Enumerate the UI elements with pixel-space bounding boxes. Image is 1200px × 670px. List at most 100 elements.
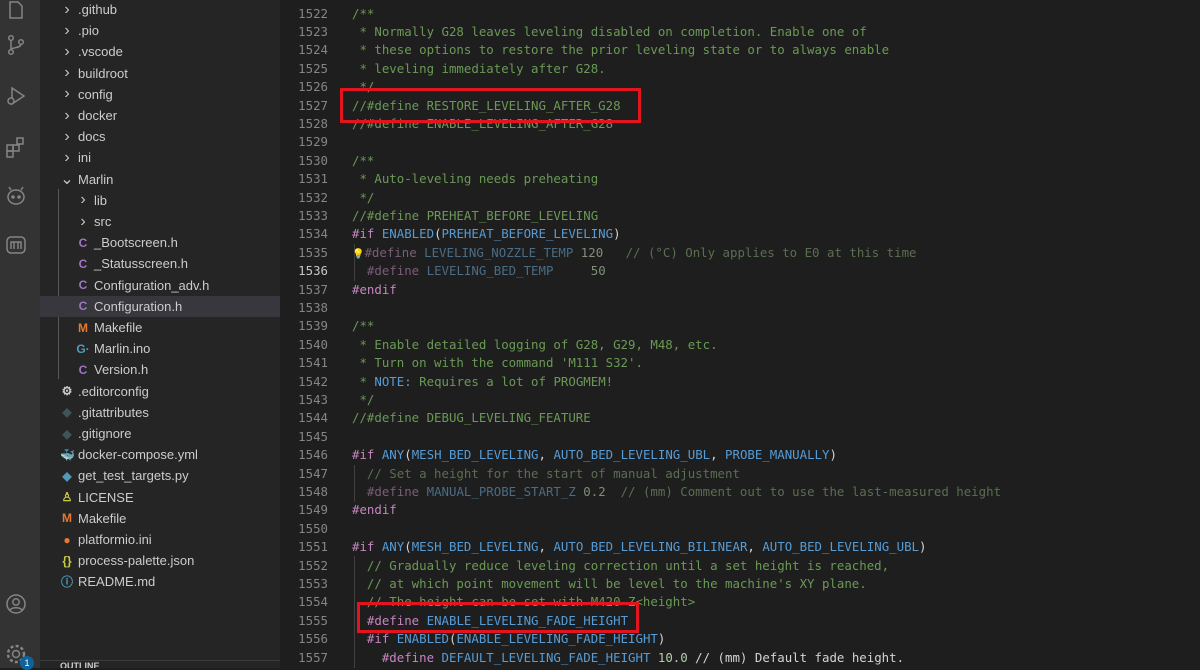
code-line[interactable]: 1550 bbox=[280, 520, 1200, 538]
code-editor[interactable]: 1522 /** 1523 * Normally G28 leaves leveli… bbox=[280, 0, 1200, 668]
marlin-m-icon[interactable] bbox=[4, 233, 28, 257]
code-line[interactable]: 1544 //#define DEBUG_LEVELING_FEATURE bbox=[280, 409, 1200, 427]
tree-item[interactable]: C Configuration_adv.h bbox=[40, 275, 280, 296]
code-line[interactable]: 1529 bbox=[280, 133, 1200, 151]
code-text: #define MANUAL_PROBE_START_Z 0.2 // (mm)… bbox=[352, 483, 1002, 499]
tree-item[interactable]: › src bbox=[40, 211, 280, 232]
line-number: 1557 bbox=[298, 649, 328, 665]
line-number: 1545 bbox=[298, 428, 328, 444]
tree-item[interactable]: C _Statusscreen.h bbox=[40, 253, 280, 274]
line-number: 1532 bbox=[298, 189, 328, 205]
chevron-right-icon: › bbox=[64, 0, 70, 18]
code-line[interactable]: 1539 /** bbox=[280, 317, 1200, 335]
line-number: 1537 bbox=[298, 281, 328, 297]
extensions-icon[interactable] bbox=[4, 135, 28, 159]
tree-item-label: lib bbox=[94, 192, 108, 208]
tree-item[interactable]: › .github bbox=[40, 0, 280, 20]
tree-item[interactable]: ♙ LICENSE bbox=[40, 487, 280, 508]
code-text: * Normally G28 leaves leveling disabled … bbox=[352, 23, 867, 39]
outline-section-header[interactable]: OUTLINE bbox=[40, 660, 280, 668]
code-line[interactable]: 1557 #define DEFAULT_LEVELING_FADE_HEIGH… bbox=[280, 649, 1200, 667]
code-line[interactable]: 1546 #if ANY(MESH_BED_LEVELING, AUTO_BED_… bbox=[280, 446, 1200, 464]
code-line[interactable]: 1525 * leveling immediately after G28. bbox=[280, 60, 1200, 78]
tree-item[interactable]: ● platformio.ini bbox=[40, 529, 280, 550]
tree-item[interactable]: G· Marlin.ino bbox=[40, 338, 280, 359]
code-line[interactable]: 1530 /** bbox=[280, 152, 1200, 170]
code-line[interactable]: 1540 * Enable detailed logging of G28, G… bbox=[280, 336, 1200, 354]
line-number: 1548 bbox=[298, 483, 328, 499]
tree-item[interactable]: M Makefile bbox=[40, 317, 280, 338]
tree-item[interactable]: › buildroot bbox=[40, 63, 280, 84]
code-line[interactable]: 1538 bbox=[280, 299, 1200, 317]
tree-item-label: platformio.ini bbox=[78, 532, 152, 547]
code-line[interactable]: 1541 * Turn on with the command 'M111 S3… bbox=[280, 354, 1200, 372]
tree-item[interactable]: ◆ .gitattributes bbox=[40, 402, 280, 423]
code-line[interactable]: 1523 * Normally G28 leaves leveling disa… bbox=[280, 23, 1200, 41]
code-text: /** bbox=[352, 318, 375, 334]
code-line[interactable]: 1547 // Set a height for the start of ma… bbox=[280, 465, 1200, 483]
platformio-alien-icon[interactable] bbox=[4, 184, 28, 208]
code-line[interactable]: 1545 bbox=[280, 428, 1200, 446]
ino-file-icon: G· bbox=[76, 341, 90, 356]
tree-item[interactable]: › docker bbox=[40, 105, 280, 126]
tree-item[interactable]: › config bbox=[40, 84, 280, 105]
code-line[interactable]: 1553 // at which point movement will be … bbox=[280, 575, 1200, 593]
line-number: 1547 bbox=[298, 465, 328, 481]
tree-item[interactable]: ⓘ README.md bbox=[40, 571, 280, 592]
tree-item[interactable]: › docs bbox=[40, 126, 280, 147]
tree-item[interactable]: ⌄ Marlin bbox=[40, 169, 280, 190]
tree-item[interactable]: › .vscode bbox=[40, 41, 280, 62]
code-line[interactable]: 1552 // Gradually reduce leveling correc… bbox=[280, 557, 1200, 575]
tree-item[interactable]: C _Bootscreen.h bbox=[40, 232, 280, 253]
chevron-right-icon: › bbox=[64, 85, 70, 103]
code-text: * Auto-leveling needs preheating bbox=[352, 171, 599, 187]
code-line[interactable]: 1543 */ bbox=[280, 391, 1200, 409]
source-control-icon[interactable] bbox=[4, 33, 28, 57]
tree-item[interactable]: › ini bbox=[40, 147, 280, 168]
manage-gear-icon[interactable]: 1 bbox=[4, 642, 34, 670]
explorer-files-icon[interactable] bbox=[4, 0, 28, 24]
code-line[interactable]: 1535 💡#define LEVELING_NOZZLE_TEMP 120 //… bbox=[280, 244, 1200, 262]
line-number: 1543 bbox=[298, 391, 328, 407]
code-line[interactable]: 1533 //#define PREHEAT_BEFORE_LEVELING bbox=[280, 207, 1200, 225]
tree-item-label: Configuration_adv.h bbox=[94, 277, 210, 293]
tree-item[interactable]: ◆ .gitignore bbox=[40, 423, 280, 444]
code-text: */ bbox=[352, 391, 375, 407]
line-number: 1551 bbox=[298, 539, 328, 555]
code-line[interactable]: 1537 #endif bbox=[280, 281, 1200, 299]
code-line[interactable]: 1534 #if ENABLED(PREHEAT_BEFORE_LEVELING) bbox=[280, 225, 1200, 243]
tree-item-label: _Statusscreen.h bbox=[94, 256, 188, 272]
chevron-right-icon: › bbox=[64, 106, 70, 124]
tree-item[interactable]: › lib bbox=[40, 190, 280, 211]
tree-item[interactable]: C Configuration.h bbox=[40, 295, 280, 317]
code-line[interactable]: 1536 #define LEVELING_BED_TEMP 50 bbox=[280, 262, 1200, 280]
tree-item[interactable]: › .pio bbox=[40, 20, 280, 41]
line-number: 1536 bbox=[298, 263, 328, 279]
account-icon[interactable] bbox=[4, 592, 28, 616]
code-text: #if ANY(MESH_BED_LEVELING, AUTO_BED_LEVE… bbox=[352, 447, 837, 463]
code-text: * NOTE: Requires a lot of PROGMEM! bbox=[352, 373, 614, 389]
pio-file-icon: ● bbox=[63, 532, 71, 547]
chevron-right-icon: › bbox=[64, 42, 70, 60]
chevron-right-icon: › bbox=[64, 127, 70, 145]
tree-item[interactable]: 🐳 docker-compose.yml bbox=[40, 444, 280, 465]
tree-item[interactable]: ⚙ .editorconfig bbox=[40, 381, 280, 402]
code-line[interactable]: 1532 */ bbox=[280, 189, 1200, 207]
code-line[interactable]: 1542 * NOTE: Requires a lot of PROGMEM! bbox=[280, 373, 1200, 391]
tree-item[interactable]: M Makefile bbox=[40, 508, 280, 529]
code-line[interactable]: 1548 #define MANUAL_PROBE_START_Z 0.2 //… bbox=[280, 483, 1200, 501]
tree-item[interactable]: ◆ get_test_targets.py bbox=[40, 465, 280, 486]
code-line[interactable]: 1549 #endif bbox=[280, 501, 1200, 519]
code-text: //#define DEBUG_LEVELING_FEATURE bbox=[352, 410, 591, 426]
code-text: #endif bbox=[352, 281, 397, 297]
code-line[interactable]: 1531 * Auto-leveling needs preheating bbox=[280, 170, 1200, 188]
code-line[interactable]: 1551 #if ANY(MESH_BED_LEVELING, AUTO_BED_… bbox=[280, 538, 1200, 556]
tree-item[interactable]: {} process-palette.json bbox=[40, 550, 280, 571]
run-debug-icon[interactable] bbox=[4, 84, 28, 108]
code-line[interactable]: 1524 * these options to restore the prio… bbox=[280, 41, 1200, 59]
tree-item[interactable]: C Version.h bbox=[40, 359, 280, 380]
code-line[interactable]: 1522 /** bbox=[280, 5, 1200, 23]
line-number: 1535 bbox=[298, 244, 328, 260]
c-file-icon: C bbox=[78, 256, 88, 271]
c-file-icon: C bbox=[78, 278, 88, 293]
